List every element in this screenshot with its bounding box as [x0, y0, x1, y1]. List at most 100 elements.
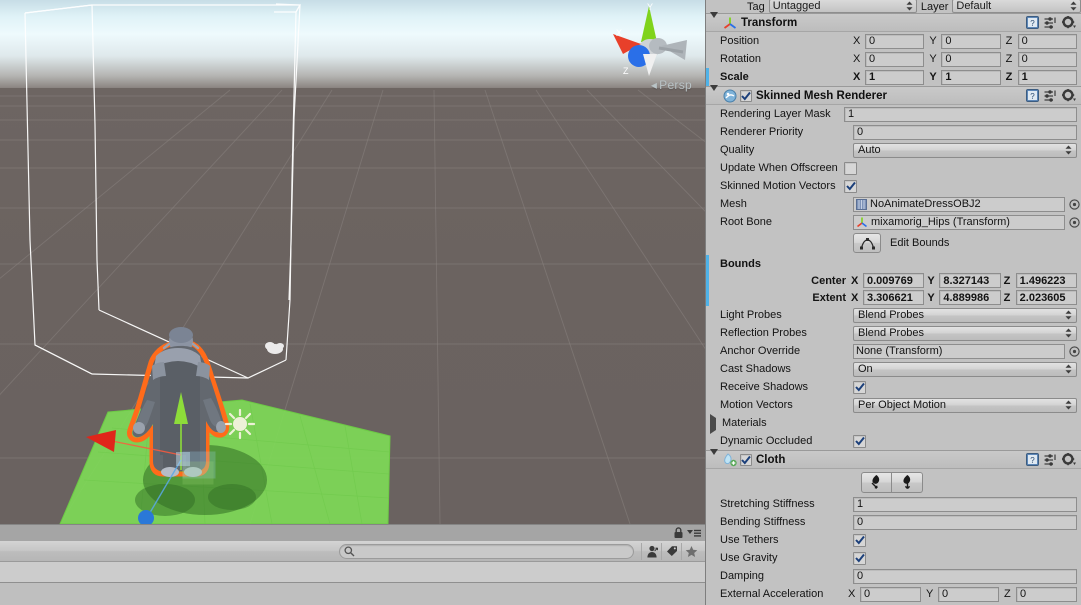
mesh-label: Mesh — [720, 198, 747, 210]
cloth-enabled-checkbox[interactable] — [740, 453, 752, 466]
reflection-probes-value: Blend Probes — [858, 327, 925, 339]
help-icon[interactable]: ? — [1026, 453, 1039, 466]
filter-by-type-button[interactable] — [641, 542, 661, 560]
preset-icon[interactable] — [1044, 453, 1057, 466]
quality-dropdown[interactable]: Auto — [853, 142, 1077, 158]
foldout-cloth[interactable] — [710, 448, 720, 467]
foldout-skinned-mesh-renderer[interactable] — [710, 84, 720, 103]
scene-view[interactable]: X Y Z ◂ Persp — [0, 0, 705, 524]
root-bone-object-field[interactable]: mixamorig_Hips (Transform) — [853, 214, 1065, 230]
bounds-center-y-input[interactable]: 8.327143 — [939, 273, 1001, 288]
external-acceleration-z-label: Z — [1004, 588, 1011, 600]
bounds-center-x-input[interactable]: 0.009769 — [863, 273, 925, 288]
rendering-layer-mask-label: Rendering Layer Mask — [720, 108, 831, 120]
reflection-probes-dropdown[interactable]: Blend Probes — [853, 325, 1077, 341]
dynamic-occluded-checkbox[interactable] — [853, 434, 866, 448]
position-y-input[interactable]: 0 — [941, 33, 1001, 49]
transform-position-row: Position X 0 Y 0 Z 0 — [706, 32, 1081, 50]
settings-gear-icon[interactable] — [1062, 89, 1076, 102]
component-header-skinned-mesh-renderer[interactable]: Skinned Mesh Renderer ? — [706, 84, 1081, 105]
bounds-label: Bounds — [720, 257, 761, 270]
chevron-updown-icon — [1065, 328, 1072, 338]
position-z-label: Z — [1005, 35, 1013, 47]
layer-dropdown[interactable]: Default — [952, 0, 1081, 13]
scale-y-input[interactable]: 1 — [941, 69, 1001, 85]
bounds-extent-y-input[interactable]: 4.889986 — [939, 290, 1001, 305]
filter-by-label-button[interactable] — [661, 542, 681, 560]
bending-stiffness-input[interactable]: 0 — [853, 514, 1077, 530]
mesh-picker-button[interactable] — [1068, 198, 1081, 211]
bounds-extent-z-input[interactable]: 2.023605 — [1015, 290, 1077, 305]
damping-input[interactable]: 0 — [853, 568, 1077, 584]
receive-shadows-checkbox[interactable] — [853, 380, 866, 394]
cloth-paint-tool-button[interactable] — [892, 471, 923, 493]
use-gravity-checkbox[interactable] — [853, 551, 866, 565]
svg-text:?: ? — [1030, 19, 1035, 28]
foldout-transform[interactable] — [710, 11, 720, 30]
settings-gear-icon[interactable] — [1062, 16, 1076, 29]
skinned-motion-vectors-checkbox[interactable] — [844, 179, 857, 193]
help-icon[interactable]: ? — [1026, 16, 1039, 29]
rotation-x-input[interactable]: 0 — [865, 51, 925, 67]
mesh-asset-icon — [856, 198, 867, 210]
project-panel-body-bottom — [0, 583, 705, 605]
hamburger-menu-icon[interactable] — [687, 528, 701, 538]
skinned-motion-vectors-label: Skinned Motion Vectors — [720, 180, 836, 192]
cast-shadows-dropdown[interactable]: On — [853, 361, 1077, 377]
search-input[interactable] — [339, 543, 634, 559]
scale-z-input[interactable]: 1 — [1017, 69, 1077, 85]
use-tethers-checkbox[interactable] — [853, 533, 866, 547]
scale-x-input[interactable]: 1 — [865, 69, 925, 85]
external-acceleration-x-input[interactable]: 0 — [860, 586, 921, 602]
external-acceleration-y-input[interactable]: 0 — [938, 586, 999, 602]
mesh-object-field[interactable]: NoAnimateDressOBJ2 — [853, 196, 1065, 212]
rotation-z-input[interactable]: 0 — [1017, 51, 1077, 67]
rotation-y-input[interactable]: 0 — [941, 51, 1001, 67]
bounds-center-row: Center X 0.009769 Y 8.327143 Z 1.496223 — [706, 272, 1081, 289]
component-header-transform[interactable]: Transform ? — [706, 11, 1081, 32]
stretching-stiffness-input[interactable]: 1 — [853, 496, 1077, 512]
reflection-probes-label: Reflection Probes — [720, 327, 807, 339]
checkmark-icon — [741, 91, 751, 101]
projection-mode-label[interactable]: ◂ Persp — [651, 78, 692, 92]
update-when-offscreen-row: Update When Offscreen — [706, 159, 1081, 177]
svg-text:Z: Z — [623, 66, 629, 76]
stretching-stiffness-row: Stretching Stiffness 1 — [706, 495, 1081, 513]
update-when-offscreen-checkbox[interactable] — [844, 161, 857, 175]
external-acceleration-z-input[interactable]: 0 — [1016, 586, 1077, 602]
filter-favorites-button[interactable] — [681, 542, 701, 560]
root-bone-picker-button[interactable] — [1068, 216, 1081, 229]
bounds-extent-x-input[interactable]: 3.306621 — [863, 290, 925, 305]
materials-row[interactable]: Materials — [706, 414, 1081, 434]
tag-dropdown[interactable]: Untagged — [768, 0, 917, 13]
materials-label: Materials — [722, 417, 767, 429]
dynamic-occluded-row: Dynamic Occluded — [706, 432, 1081, 450]
help-icon[interactable]: ? — [1026, 89, 1039, 102]
bounds-center-z-input[interactable]: 1.496223 — [1015, 273, 1077, 288]
project-panel-header — [0, 524, 705, 541]
mesh-row: Mesh NoAnimateDressOBJ2 — [706, 195, 1081, 213]
component-header-cloth[interactable]: Cloth ? — [706, 448, 1081, 469]
foldout-materials[interactable] — [710, 414, 720, 434]
settings-gear-icon[interactable] — [1062, 453, 1076, 466]
bounds-center-override-indicator — [706, 272, 709, 289]
light-probes-dropdown[interactable]: Blend Probes — [853, 307, 1077, 323]
skinned-mesh-renderer-enabled-checkbox[interactable] — [740, 89, 752, 102]
edit-bounds-toggle-button[interactable] — [853, 233, 881, 253]
anchor-override-object-field[interactable]: None (Transform) — [853, 343, 1065, 359]
selected-character-model[interactable] — [0, 0, 705, 524]
preset-icon[interactable] — [1044, 89, 1057, 102]
position-x-input[interactable]: 0 — [865, 33, 925, 49]
position-z-input[interactable]: 0 — [1017, 33, 1077, 49]
anchor-override-picker-button[interactable] — [1068, 345, 1081, 358]
renderer-priority-row: Renderer Priority 0 — [706, 123, 1081, 141]
lock-icon[interactable] — [673, 527, 684, 539]
scale-override-indicator — [706, 68, 709, 86]
preset-icon[interactable] — [1044, 16, 1057, 29]
component-title-cloth: Cloth — [756, 453, 786, 466]
cloth-select-tool-button[interactable] — [861, 471, 892, 493]
renderer-priority-input[interactable]: 0 — [853, 124, 1077, 140]
person-icon — [646, 545, 658, 557]
motion-vectors-dropdown[interactable]: Per Object Motion — [853, 397, 1077, 413]
rendering-layer-mask-input[interactable]: 1 — [844, 106, 1077, 122]
